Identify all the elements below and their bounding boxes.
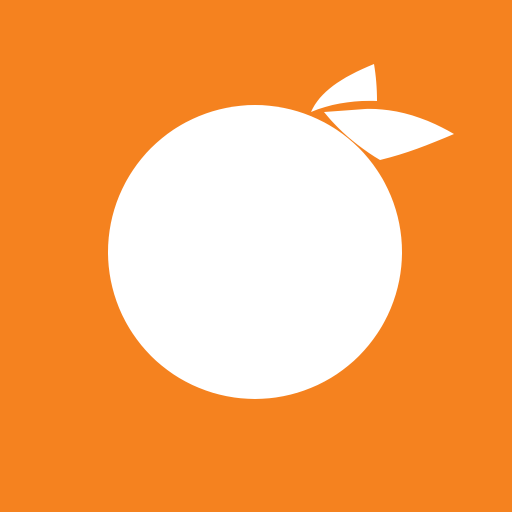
orange-logo: [0, 0, 512, 512]
app-icon-canvas: [0, 0, 512, 512]
orange-fruit-body: [108, 105, 402, 399]
